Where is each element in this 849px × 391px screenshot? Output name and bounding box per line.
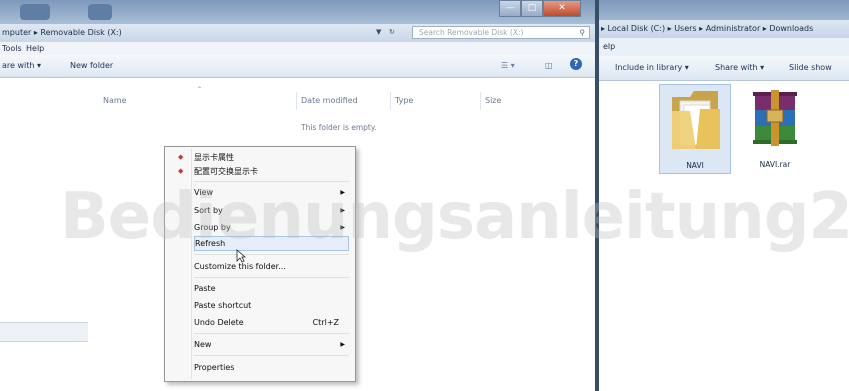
file-item-navi-rar[interactable]: NAVI.rar bbox=[739, 84, 811, 174]
menu-item-properties[interactable]: Properties bbox=[194, 360, 349, 375]
menu-item-label: Undo Delete bbox=[194, 318, 244, 327]
menu-item-label: 配置可交换显示卡 bbox=[194, 167, 258, 176]
menu-item-refresh[interactable]: Refresh bbox=[194, 236, 349, 251]
menu-item-label: Refresh bbox=[195, 239, 226, 248]
search-placeholder: Search Removable Disk (X:) bbox=[419, 28, 524, 37]
menu-item-sort-by[interactable]: Sort by ▶ bbox=[194, 203, 349, 218]
menu-item-undo-delete[interactable]: Undo Delete Ctrl+Z bbox=[194, 315, 349, 330]
menu-item-label: 显示卡属性 bbox=[194, 153, 234, 162]
menu-item-label: View bbox=[194, 188, 213, 197]
empty-folder-message: This folder is empty. bbox=[301, 123, 377, 132]
include-in-library-button[interactable]: Include in library ▾ bbox=[615, 63, 689, 72]
column-header-name[interactable]: Name bbox=[103, 96, 127, 105]
column-header-type[interactable]: Type bbox=[395, 96, 413, 105]
command-bar: are with ▾ New folder ☰ ▾ ◫ ? bbox=[0, 55, 595, 78]
help-icon[interactable]: ? bbox=[570, 58, 582, 70]
menu-item-label: Group by bbox=[194, 223, 231, 232]
menu-item-label: Paste bbox=[194, 284, 216, 293]
menu-item-label: Customize this folder... bbox=[194, 262, 286, 271]
slide-show-button[interactable]: Slide show bbox=[789, 63, 832, 72]
new-folder-button[interactable]: New folder bbox=[70, 61, 113, 70]
title-bar[interactable]: — □ ✕ bbox=[0, 0, 595, 24]
column-header-date-modified[interactable]: Date modified bbox=[301, 96, 358, 105]
menu-bar: Tools Help bbox=[0, 42, 595, 55]
menu-item-label: Paste shortcut bbox=[194, 301, 252, 310]
share-with-button-right[interactable]: Share with ▾ bbox=[715, 63, 764, 72]
graphics-plugin-icon: ◆ bbox=[178, 153, 184, 161]
view-options-icon[interactable]: ☰ ▾ bbox=[501, 61, 515, 70]
file-item-navi[interactable]: NAVI bbox=[659, 84, 731, 174]
address-bar-right[interactable]: ▸ Local Disk (C:) ▸ Users ▸ Administrato… bbox=[599, 20, 849, 38]
title-bar-right[interactable] bbox=[599, 0, 849, 20]
menu-item-label: Properties bbox=[194, 363, 235, 372]
submenu-arrow-icon: ▶ bbox=[340, 224, 345, 231]
menu-item-label: New bbox=[194, 340, 212, 349]
menu-item-group-by[interactable]: Group by ▶ bbox=[194, 220, 349, 235]
breadcrumb-right[interactable]: ▸ Local Disk (C:) ▸ Users ▸ Administrato… bbox=[601, 24, 813, 33]
menu-item-configure-switchable-graphics[interactable]: ◆ 配置可交换显示卡 bbox=[178, 164, 349, 179]
menu-item-paste-shortcut[interactable]: Paste shortcut bbox=[194, 298, 349, 313]
menu-help-right[interactable]: elp bbox=[603, 42, 615, 51]
explorer-window-downloads: ▸ Local Disk (C:) ▸ Users ▸ Administrato… bbox=[599, 0, 849, 391]
menu-item-new[interactable]: New ▶ bbox=[194, 337, 349, 352]
command-bar-right: Include in library ▾ Share with ▾ Slide … bbox=[599, 56, 849, 81]
submenu-arrow-icon: ▶ bbox=[340, 207, 345, 214]
address-bar[interactable]: mputer ▸ Removable Disk (X:) ▼ ↻ Search … bbox=[0, 24, 595, 43]
submenu-arrow-icon: ▶ bbox=[340, 189, 345, 196]
winrar-archive-icon bbox=[753, 90, 797, 146]
preview-pane-icon[interactable]: ◫ bbox=[545, 61, 553, 70]
menu-item-paste[interactable]: Paste bbox=[194, 281, 349, 296]
shortcut-label: Ctrl+Z bbox=[312, 318, 339, 327]
menu-help[interactable]: Help bbox=[26, 44, 44, 53]
navigation-pane-item[interactable] bbox=[0, 322, 88, 342]
menu-item-customize-folder[interactable]: Customize this folder... bbox=[194, 259, 349, 274]
window-controls: — □ ✕ bbox=[499, 0, 581, 17]
folder-icon bbox=[672, 91, 720, 149]
minimize-button[interactable]: — bbox=[499, 0, 521, 17]
search-icon: ⚲ bbox=[579, 28, 586, 37]
file-name: NAVI.rar bbox=[759, 160, 791, 169]
column-header-size[interactable]: Size bbox=[485, 96, 501, 105]
menu-item-display-card-properties[interactable]: ◆ 显示卡属性 bbox=[178, 150, 349, 165]
breadcrumb[interactable]: mputer ▸ Removable Disk (X:) bbox=[2, 28, 122, 37]
submenu-arrow-icon: ▶ bbox=[340, 341, 345, 348]
menu-item-view[interactable]: View ▶ bbox=[194, 185, 349, 200]
context-menu: ◆ 显示卡属性 ◆ 配置可交换显示卡 View ▶ Sort by ▶ Grou… bbox=[164, 146, 356, 382]
close-button[interactable]: ✕ bbox=[543, 0, 581, 17]
sort-indicator-icon: ⌃ bbox=[197, 86, 203, 93]
menu-item-label: Sort by bbox=[194, 206, 223, 215]
file-name: NAVI bbox=[686, 161, 704, 170]
share-with-button[interactable]: are with ▾ bbox=[2, 61, 41, 70]
graphics-plugin-icon: ◆ bbox=[178, 167, 184, 175]
search-input[interactable]: Search Removable Disk (X:) ⚲ bbox=[412, 26, 590, 39]
menu-tools[interactable]: Tools bbox=[2, 44, 22, 53]
mouse-cursor-icon bbox=[236, 249, 246, 263]
maximize-button[interactable]: □ bbox=[521, 0, 543, 17]
menu-bar-right: elp bbox=[599, 38, 849, 56]
refresh-icon[interactable]: ↻ bbox=[389, 28, 395, 36]
dropdown-arrow-icon[interactable]: ▼ bbox=[376, 28, 381, 36]
